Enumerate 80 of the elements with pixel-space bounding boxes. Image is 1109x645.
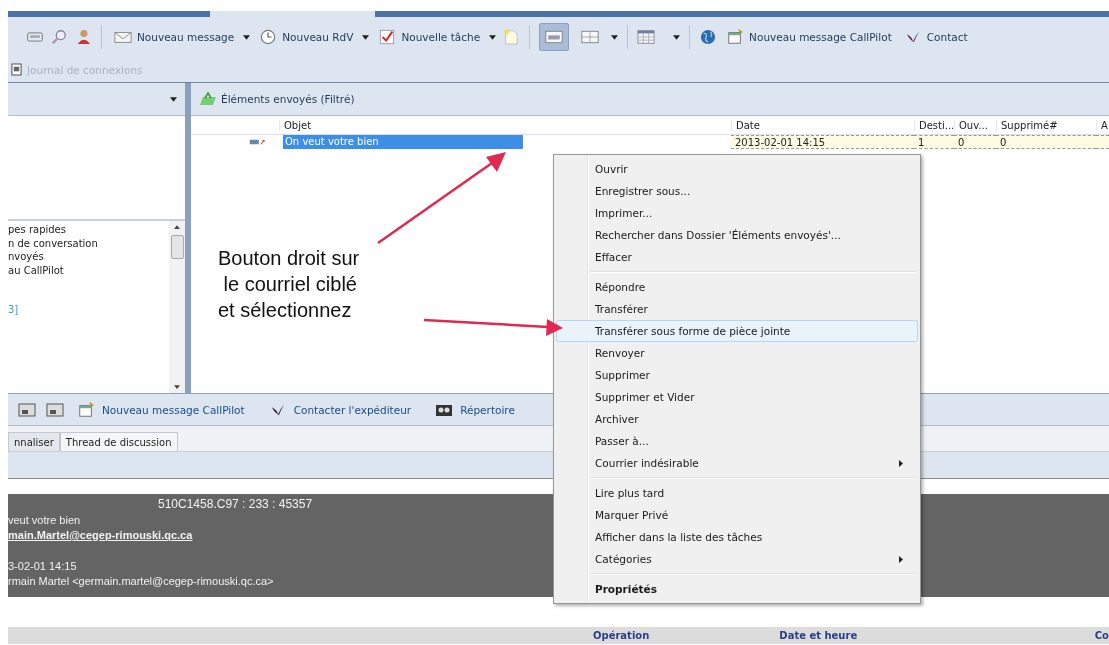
column-header[interactable]: Objet [279,119,731,131]
table-cell [1096,135,1109,149]
folder-title: Éléments envoyés (Filtré) [221,93,355,105]
table-cell: 1 [914,135,954,149]
caret-icon[interactable] [362,34,370,40]
folder-item[interactable]: n de conversation [8,237,169,251]
new-appointment-button[interactable]: Nouveau RdV [256,27,357,47]
clock-icon [259,29,278,45]
envelope-icon [114,29,132,45]
new-task-button[interactable]: Nouvelle tâche [375,27,484,47]
menu-item[interactable]: Afficher dans la liste des tâches [556,526,918,548]
scrollbar[interactable] [169,221,185,393]
table-cell: 2013-02-01 14:15 [731,135,914,149]
caret-icon[interactable] [611,34,619,40]
menu-item[interactable]: Transférer sous forme de pièce jointe [556,320,918,342]
menu-item[interactable]: Lire plus tard [556,482,918,504]
reading-toolbar-button[interactable]: Répertoire [432,399,518,420]
reading-tab[interactable]: nnaliser [8,432,60,451]
column-header[interactable]: Desti... [914,119,954,131]
menu-item[interactable]: Transférer [556,298,918,320]
calendar-icon [726,29,745,45]
layout-icon [581,29,600,45]
column-header[interactable]: Ouv... [954,119,996,131]
caret-icon[interactable] [489,34,497,40]
recipient-link[interactable]: main.Martel@cegep-rimouski.qc.ca [8,529,193,544]
caret-icon[interactable] [673,34,681,40]
reading-toolbar-button[interactable]: Contacter l'expéditeur [265,399,415,420]
table-cell: 0 [996,135,1096,149]
column-header[interactable]: Date [731,119,914,131]
reading-toolbar-button[interactable]: Nouveau message CallPilot [74,399,248,420]
column-header[interactable]: Date et heure [779,630,858,641]
log-icon [11,63,22,76]
checkbox-icon [378,29,397,45]
menu-item[interactable]: Propriétés [556,578,918,600]
column-header[interactable]: A [1096,119,1109,131]
menu-item[interactable]: Renvoyer [556,342,918,364]
menu-item[interactable]: Effacer [556,246,918,268]
message-sender: rmain Martel <germain.martel@cegep-rimouski.qc.ca> [8,575,274,589]
new-message-button[interactable]: Nouveau message [111,27,238,47]
column-header[interactable]: Supprimé# [996,119,1096,131]
table-icon[interactable] [637,29,656,45]
column-header[interactable]: Opération [593,630,650,641]
caret-icon[interactable] [170,96,177,102]
calendar-icon [77,401,95,418]
annotation-text: Bouton droit sur le courriel ciblé et sélectionnez [218,246,360,323]
column-header[interactable]: Co [1094,630,1109,641]
folder-item[interactable]: nvoyés [8,251,169,265]
menu-item[interactable]: Passer à... [556,430,918,452]
menu-item[interactable]: Supprimer [556,364,918,386]
scroll-down-icon[interactable] [174,385,180,389]
folder-item[interactable]: pes rapides [8,224,169,238]
folder-icon [199,91,217,107]
search-icon[interactable] [50,29,68,45]
message-id: 510C1458.C97 : 233 : 45357 [157,497,313,513]
folder-item[interactable]: au CallPilot [8,264,169,278]
callpilot-message-button[interactable]: Nouveau message CallPilot [723,27,895,47]
menu-item[interactable]: Supprimer et Vider [556,386,918,408]
globe-icon[interactable] [699,29,718,45]
window-icon[interactable] [46,401,64,418]
menu-item[interactable]: Enregistrer sous... [556,180,918,202]
table-cell: 0 [954,135,996,149]
layout-button[interactable] [539,23,570,51]
menu-item[interactable]: Imprimer... [556,202,918,224]
menu-item[interactable]: Archiver [556,408,918,430]
window-icon[interactable] [18,401,36,418]
message-date: 3-02-01 14:15 [8,560,77,574]
menu-item[interactable]: Ouvrir [556,158,918,180]
contact-button[interactable]: Contact [900,27,971,47]
menu-item[interactable]: Répondre [556,276,918,298]
menu-item[interactable]: Catégories [556,548,918,570]
caret-icon[interactable] [243,34,251,40]
menu-item[interactable]: Courrier indésirable [556,452,918,474]
scroll-up-icon[interactable] [174,225,180,229]
message-subject-text: veut votre bien [8,514,81,528]
layout-icon [545,29,564,45]
scrollbar-thumb[interactable] [170,235,184,259]
printer-icon[interactable] [26,29,44,45]
reading-tab[interactable]: Thread de discussion [59,432,178,451]
menu-item[interactable]: Rechercher dans Dossier 'Éléments envoyés'... [556,224,918,246]
menu-item[interactable]: Marquer Privé [556,504,918,526]
